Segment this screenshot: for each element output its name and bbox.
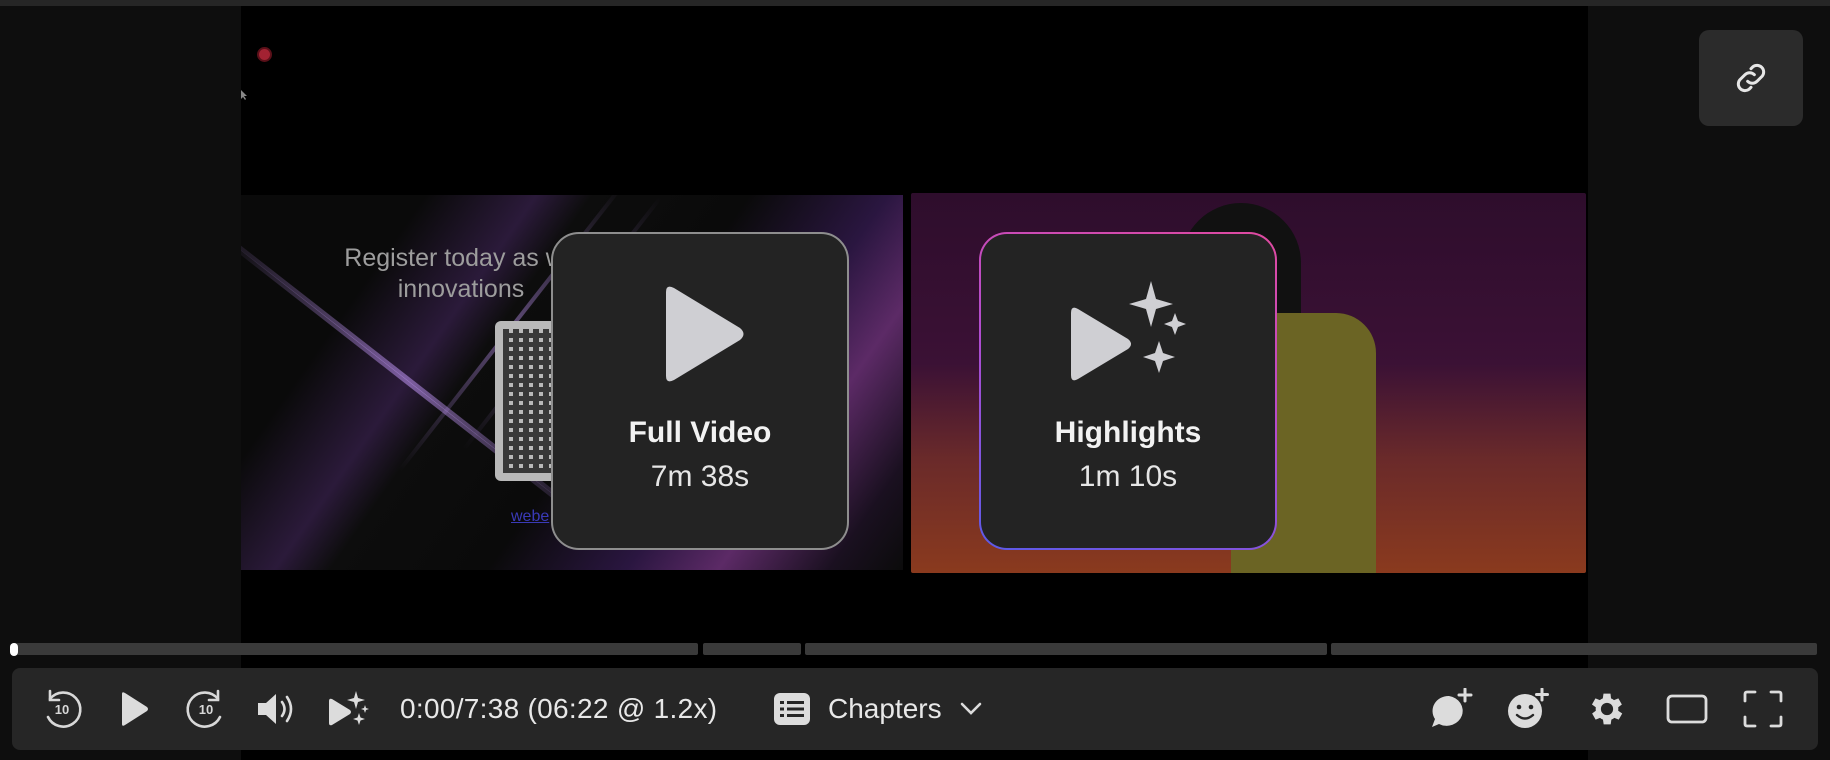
rewind-10-button[interactable]: 10	[36, 668, 88, 750]
chevron-down-icon	[960, 702, 981, 715]
settings-button[interactable]	[1582, 668, 1632, 750]
highlights-card[interactable]: Highlights 1m 10s	[979, 232, 1277, 550]
svg-text:10: 10	[199, 702, 213, 717]
volume-icon	[258, 694, 293, 724]
time-display: 0:00/7:38 (06:22 @ 1.2x)	[400, 693, 718, 724]
progress-bar[interactable]	[12, 643, 1817, 655]
card-duration: 1m 10s	[1078, 460, 1178, 493]
play-sparkle-icon	[329, 691, 369, 726]
play-icon	[635, 274, 765, 394]
control-bar: 10 10 0:00/7:38 (06:22 @ 1.2x) Chapters	[12, 668, 1818, 750]
chapter-segment[interactable]	[703, 643, 801, 655]
mouse-cursor-icon	[241, 90, 247, 100]
card-title: Full Video	[628, 416, 772, 449]
add-reaction-icon	[1508, 688, 1549, 728]
volume-button[interactable]	[252, 668, 300, 750]
chapter-segment[interactable]	[1331, 643, 1817, 655]
add-comment-icon	[1432, 688, 1473, 727]
gear-icon	[1591, 693, 1623, 725]
chapter-segment[interactable]	[12, 643, 698, 655]
play-icon	[122, 692, 148, 726]
card-title: Highlights	[1054, 416, 1202, 449]
fullscreen-icon	[1743, 690, 1783, 728]
slide-link-text: webe	[511, 508, 550, 525]
list-icon	[774, 693, 810, 725]
forward-10-icon: 10	[186, 689, 222, 728]
rewind-10-icon: 10	[46, 689, 82, 728]
card-duration: 7m 38s	[650, 460, 750, 493]
play-sparkle-icon	[1063, 274, 1193, 394]
link-icon	[1736, 63, 1766, 93]
playhead[interactable]	[10, 643, 18, 656]
chapters-label: Chapters	[828, 693, 942, 724]
theater-mode-button[interactable]	[1660, 668, 1714, 750]
full-video-card[interactable]: Full Video 7m 38s	[551, 232, 849, 550]
fullscreen-button[interactable]	[1738, 668, 1788, 750]
copy-link-button[interactable]	[1699, 30, 1803, 126]
add-reaction-button[interactable]	[1502, 668, 1552, 750]
svg-text:10: 10	[55, 702, 69, 717]
add-comment-button[interactable]	[1426, 668, 1476, 750]
chapters-dropdown[interactable]: Chapters	[774, 668, 982, 750]
highlights-button[interactable]	[324, 668, 372, 750]
chapter-segment[interactable]	[805, 643, 1327, 655]
theater-mode-icon	[1666, 694, 1708, 724]
play-button[interactable]	[112, 668, 156, 750]
recording-indicator	[259, 49, 270, 60]
forward-10-button[interactable]: 10	[180, 668, 232, 750]
